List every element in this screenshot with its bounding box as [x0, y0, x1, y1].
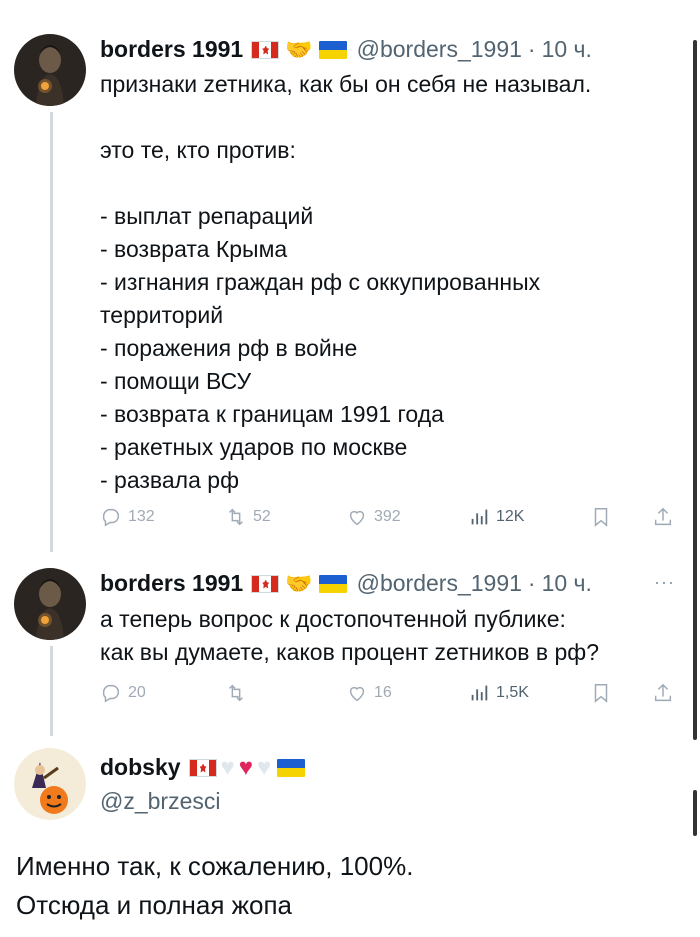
- repost-icon: [229, 684, 243, 702]
- views-button[interactable]: 12K: [468, 506, 524, 528]
- red-heart-icon: ♥: [238, 753, 254, 781]
- tweet-time[interactable]: 10 ч.: [542, 570, 592, 597]
- separator: ·: [527, 570, 536, 596]
- author-handle[interactable]: @borders_1991: [357, 36, 522, 63]
- tweet-text: признаки zетника, как бы он себя не назы…: [100, 71, 592, 493]
- like-button[interactable]: 16: [346, 682, 392, 704]
- author-name[interactable]: borders 1991: [100, 570, 243, 597]
- reply-text: Именно так, к сожалению, 100%. Отсюда и …: [16, 851, 414, 920]
- canada-flag-icon: [251, 574, 280, 593]
- avatar[interactable]: [14, 34, 86, 106]
- canada-flag-icon: [251, 40, 280, 59]
- reply-icon: [102, 508, 120, 527]
- views-icon: [471, 509, 488, 525]
- repost-count: 52: [253, 508, 271, 525]
- white-heart-icon: ♥: [257, 753, 272, 781]
- handshake-icon: 🤝: [285, 36, 313, 62]
- bookmark-icon: [594, 684, 608, 703]
- repost-icon: [229, 508, 243, 526]
- bookmark-icon: [594, 508, 608, 527]
- reply-count: 132: [128, 508, 155, 525]
- heart-icon: [349, 686, 365, 702]
- ukraine-flag-icon: [318, 574, 347, 593]
- like-count: 16: [374, 684, 392, 701]
- like-button[interactable]: 392: [346, 506, 401, 528]
- views-count: 1,5K: [496, 684, 529, 701]
- canada-flag-icon: [188, 758, 217, 777]
- avatar[interactable]: [14, 568, 86, 640]
- author-name[interactable]: dobsky: [100, 754, 181, 781]
- reply-icon: [102, 684, 120, 703]
- more-options-icon[interactable]: ···: [654, 572, 675, 593]
- reply-button[interactable]: 20: [100, 682, 146, 704]
- tweet-text: а теперь вопрос к достопочтенной публике…: [100, 606, 599, 665]
- author-name[interactable]: borders 1991: [100, 36, 243, 63]
- views-count: 12K: [496, 508, 525, 525]
- reply-button[interactable]: 132: [100, 506, 155, 528]
- handshake-icon: 🤝: [285, 570, 313, 596]
- tweet-actions: 132 52 392 12K: [100, 502, 680, 532]
- ukraine-flag-icon: [277, 758, 306, 777]
- repost-button[interactable]: 52: [225, 506, 271, 528]
- like-count: 392: [374, 508, 401, 525]
- thread-line: [50, 112, 53, 552]
- reply-handle-row: @z_brzesci: [100, 788, 221, 815]
- share-button[interactable]: [652, 506, 674, 528]
- heart-icon: [349, 510, 365, 526]
- ukraine-flag-icon: [318, 40, 347, 59]
- separator: ·: [527, 36, 536, 62]
- author-handle[interactable]: @borders_1991: [357, 570, 522, 597]
- bookmark-button[interactable]: [590, 682, 612, 704]
- white-heart-icon: ♥: [220, 753, 235, 781]
- reply-count: 20: [128, 684, 146, 701]
- tweet-header: borders 1991 🤝 @borders_1991 · 10 ч.: [100, 36, 592, 63]
- tweet-time[interactable]: 10 ч.: [542, 36, 592, 63]
- views-button[interactable]: 1,5K: [468, 682, 529, 704]
- share-icon: [654, 507, 672, 526]
- views-icon: [471, 685, 488, 701]
- share-icon: [654, 683, 672, 702]
- tweet-actions: 20 16 1,5K: [100, 678, 680, 708]
- tweet-header: borders 1991 🤝 @borders_1991 · 10 ч.: [100, 570, 592, 597]
- avatar[interactable]: [14, 748, 86, 820]
- repost-button[interactable]: [225, 682, 253, 704]
- bookmark-button[interactable]: [590, 506, 612, 528]
- thread-line: [50, 646, 53, 736]
- reply-header: dobsky ♥ ♥ ♥: [100, 753, 306, 781]
- author-handle[interactable]: @z_brzesci: [100, 788, 221, 815]
- scrollbar[interactable]: [693, 40, 697, 740]
- scrollbar[interactable]: [693, 790, 697, 836]
- share-button[interactable]: [652, 682, 674, 704]
